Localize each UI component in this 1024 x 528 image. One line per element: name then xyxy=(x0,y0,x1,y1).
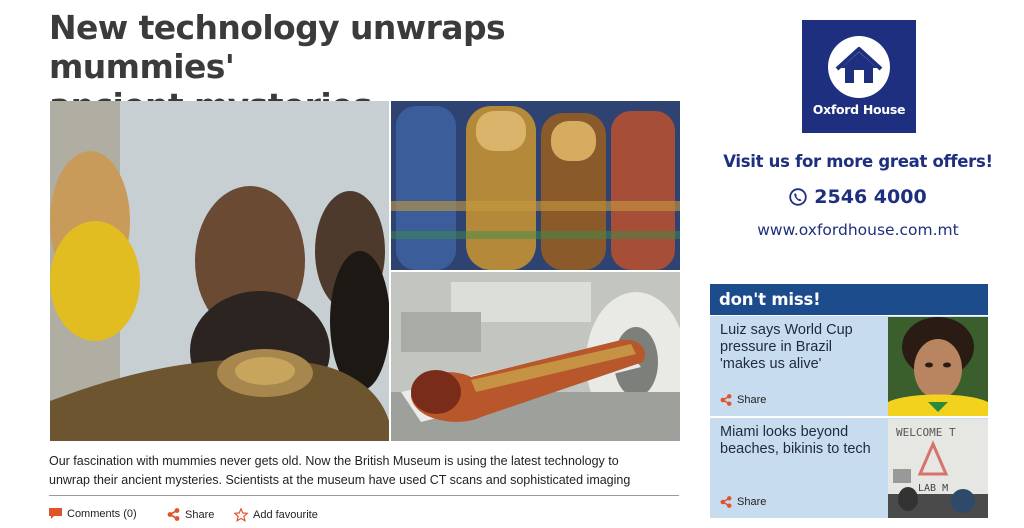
house-logo-icon xyxy=(828,36,890,98)
phone-icon xyxy=(789,188,807,206)
share-icon xyxy=(720,496,732,508)
comments-button[interactable]: Comments (0) xyxy=(49,508,137,520)
summary-line-1: Our fascination with mummies never gets … xyxy=(49,454,619,468)
share-button[interactable]: Share xyxy=(167,508,214,521)
ad-tagline: Visit us for more great offers! xyxy=(723,152,993,171)
dont-miss-item-title[interactable]: Miami looks beyond beaches, bikinis to t… xyxy=(720,424,880,458)
ad-website-link[interactable]: www.oxfordhouse.com.mt xyxy=(710,221,1006,239)
article-hero-image[interactable] xyxy=(50,101,680,441)
dont-miss-share-button[interactable]: Share xyxy=(720,394,766,406)
ad-phone[interactable]: 2546 4000 xyxy=(710,186,1006,208)
ad-brand-name: Oxford House xyxy=(812,102,906,117)
dont-miss-item[interactable]: Miami looks beyond beaches, bikinis to t… xyxy=(710,418,988,518)
share-label: Share xyxy=(737,496,767,508)
summary-divider xyxy=(49,495,679,496)
museum-visitors-photo xyxy=(50,101,389,441)
tech-lab-thumbnail[interactable]: WELCOME T LAB M xyxy=(888,419,988,518)
dont-miss-panel: don't miss! Luiz says World Cup pressure… xyxy=(710,284,988,528)
thumb-sign-text: WELCOME T xyxy=(896,426,956,439)
sarcophagi-display-photo xyxy=(391,101,680,270)
summary-line-2: unwrap their ancient mysteries. Scientis… xyxy=(49,473,631,487)
dont-miss-share-button[interactable]: Share xyxy=(720,496,766,508)
ad-phone-number: 2546 4000 xyxy=(814,186,927,208)
footballer-thumbnail[interactable] xyxy=(888,317,988,416)
dont-miss-title: don't miss! xyxy=(710,284,988,315)
headline-line-1: New technology unwraps mummies' xyxy=(49,8,506,86)
comments-label: Comments (0) xyxy=(67,508,137,520)
comment-icon xyxy=(49,508,62,519)
thumb-sub-text: LAB M xyxy=(918,483,948,494)
share-label: Share xyxy=(185,508,215,521)
add-favourite-button[interactable]: Add favourite xyxy=(234,508,318,522)
share-icon xyxy=(167,508,180,521)
favourite-label: Add favourite xyxy=(253,509,318,521)
dont-miss-item[interactable]: Luiz says World Cup pressure in Brazil '… xyxy=(710,316,988,416)
share-label: Share xyxy=(737,394,767,406)
mummy-ct-scan-photo xyxy=(391,272,680,441)
star-icon xyxy=(234,508,248,522)
dont-miss-item-title[interactable]: Luiz says World Cup pressure in Brazil '… xyxy=(720,322,880,373)
oxford-house-ad-logo[interactable]: Oxford House xyxy=(802,20,916,133)
share-icon xyxy=(720,394,732,406)
article-summary: Our fascination with mummies never gets … xyxy=(49,452,679,490)
